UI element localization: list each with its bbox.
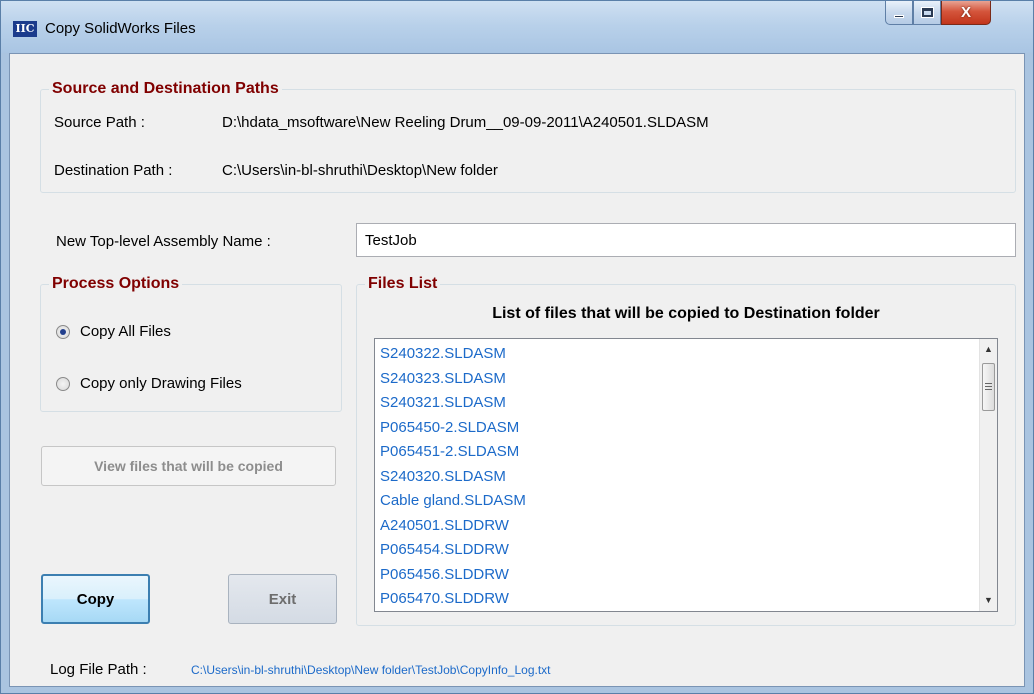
- minimize-icon: [894, 15, 904, 18]
- file-list-item[interactable]: S240320.SLDASM: [375, 465, 997, 490]
- files-listbox[interactable]: S240322.SLDASM S240323.SLDASM S240321.SLDA…: [374, 338, 998, 612]
- client-area: Source and Destination Paths Source Path…: [9, 53, 1025, 687]
- file-list-item[interactable]: P065456.SLDDRW: [375, 563, 997, 588]
- scroll-thumb[interactable]: [982, 363, 995, 411]
- source-path-value: D:\hdata_msoftware\New Reeling Drum__09-…: [222, 114, 709, 131]
- app-icon: IIC: [13, 21, 37, 37]
- maximize-button[interactable]: [913, 1, 941, 25]
- window-title: Copy SolidWorks Files: [45, 20, 196, 37]
- files-list-scrollbar[interactable]: ▲ ▼: [979, 339, 997, 611]
- copy-drawing-files-option[interactable]: Copy only Drawing Files: [56, 375, 242, 392]
- process-options-title: Process Options: [49, 275, 183, 293]
- maximize-icon: [920, 7, 934, 18]
- copy-all-files-label: Copy All Files: [80, 323, 171, 340]
- minimize-button[interactable]: [885, 1, 913, 25]
- destination-path-label: Destination Path :: [54, 162, 173, 179]
- title-bar[interactable]: IIC Copy SolidWorks Files X: [1, 1, 1033, 53]
- main-window: IIC Copy SolidWorks Files X Source and D…: [0, 0, 1034, 694]
- process-options-group: Process Options Copy All Files Copy only…: [40, 275, 342, 412]
- files-list-group: Files List List of files that will be co…: [356, 275, 1016, 626]
- assembly-name-input[interactable]: [356, 223, 1016, 257]
- source-path-label: Source Path :: [54, 114, 145, 131]
- close-button[interactable]: X: [941, 1, 991, 25]
- file-list-item[interactable]: S240323.SLDASM: [375, 367, 997, 392]
- log-file-label: Log File Path :: [50, 661, 147, 678]
- destination-path-value: C:\Users\in-bl-shruthi\Desktop\New folde…: [222, 162, 498, 179]
- file-list-item[interactable]: P065450-2.SLDASM: [375, 416, 997, 441]
- file-list-item[interactable]: P065451-2.SLDASM: [375, 440, 997, 465]
- paths-group-title: Source and Destination Paths: [49, 80, 282, 98]
- file-list-item[interactable]: S240322.SLDASM: [375, 342, 997, 367]
- view-files-button[interactable]: View files that will be copied: [41, 446, 336, 486]
- close-icon: X: [960, 4, 971, 21]
- files-list-heading: List of files that will be copied to Des…: [492, 305, 880, 322]
- file-list-item[interactable]: S240321.SLDASM: [375, 391, 997, 416]
- file-list-item[interactable]: A240501.SLDDRW: [375, 514, 997, 539]
- file-list-item[interactable]: Cable gland.SLDASM: [375, 489, 997, 514]
- copy-drawing-files-label: Copy only Drawing Files: [80, 375, 242, 392]
- file-list-item[interactable]: P065454.SLDDRW: [375, 538, 997, 563]
- copy-all-files-option[interactable]: Copy All Files: [56, 323, 171, 340]
- files-list-title: Files List: [365, 275, 441, 293]
- scroll-down-icon[interactable]: ▼: [980, 592, 997, 609]
- copy-button[interactable]: Copy: [41, 574, 150, 624]
- exit-button[interactable]: Exit: [228, 574, 337, 624]
- files-list-items: S240322.SLDASM S240323.SLDASM S240321.SLDA…: [375, 339, 997, 611]
- copy-all-files-radio[interactable]: [56, 324, 70, 339]
- scroll-up-icon[interactable]: ▲: [980, 341, 997, 358]
- paths-group: Source and Destination Paths Source Path…: [40, 80, 1016, 193]
- copy-drawing-files-radio[interactable]: [56, 376, 70, 391]
- assembly-name-label: New Top-level Assembly Name :: [56, 233, 271, 250]
- log-file-path: C:\Users\in-bl-shruthi\Desktop\New folde…: [191, 663, 551, 677]
- file-list-item[interactable]: P065470.SLDDRW: [375, 587, 997, 611]
- grip-icon: [985, 383, 992, 391]
